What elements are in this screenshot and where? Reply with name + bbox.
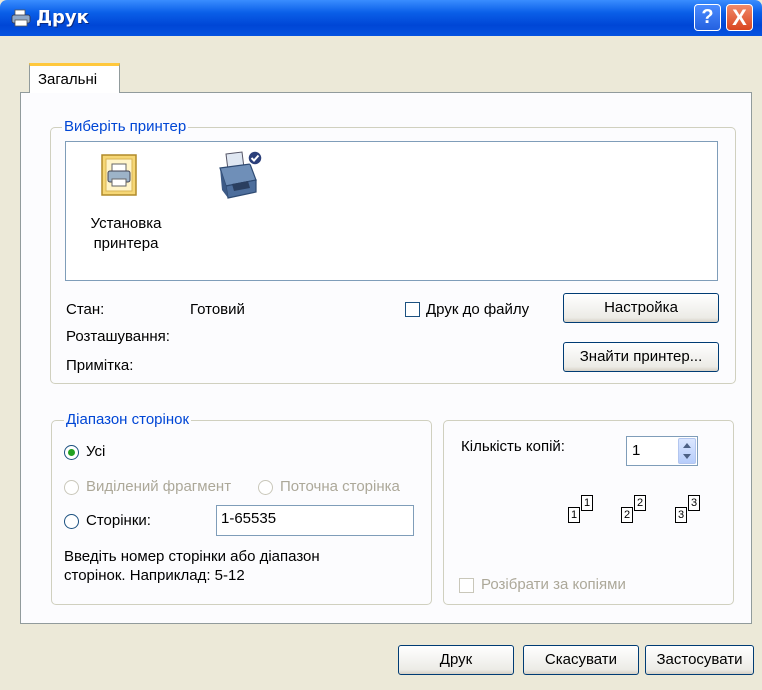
location-label: Розташування: xyxy=(66,328,170,345)
tab-general[interactable]: Загальні xyxy=(29,63,120,93)
cancel-button[interactable]: Скасувати xyxy=(523,645,639,675)
pages-range-input[interactable]: 1-65535 xyxy=(216,505,414,536)
add-printer-icon xyxy=(101,154,137,196)
page-range-help-1: Введіть номер сторінки або діапазон xyxy=(64,548,320,565)
setup-button[interactable]: Настройка xyxy=(563,293,719,323)
page-range-help-2: сторінок. Наприклад: 5-12 xyxy=(64,567,245,584)
status-label: Стан: xyxy=(66,301,105,318)
selection-label[interactable]: Виділений фрагмент xyxy=(86,478,231,495)
print-dialog: Друк ? X Загальні Виберіть принтер Устан… xyxy=(0,0,762,690)
copies-label: Кількість копій: xyxy=(461,438,565,455)
radio-selected-dot xyxy=(68,449,75,456)
collate-label[interactable]: Розібрати за копіями xyxy=(481,576,626,593)
page-range-legend: Діапазон сторінок xyxy=(64,411,192,428)
tab-label: Загальні xyxy=(38,71,98,88)
collate-checkbox[interactable] xyxy=(459,578,474,593)
add-printer-item[interactable]: Установка принтера xyxy=(68,150,184,260)
comment-label: Примітка: xyxy=(66,357,134,374)
status-value: Готовий xyxy=(190,301,245,318)
copies-spinner[interactable]: 1 xyxy=(626,436,698,466)
print-button[interactable]: Друк xyxy=(398,645,514,675)
copies-value: 1 xyxy=(632,442,641,459)
add-printer-label-1: Установка xyxy=(90,215,162,232)
default-printer-icon xyxy=(219,150,263,199)
help-button[interactable]: ? xyxy=(694,4,721,31)
current-page-radio[interactable] xyxy=(258,480,273,495)
spinner-arrows[interactable] xyxy=(678,438,696,464)
printer-icon xyxy=(11,9,31,27)
sheet-back-1: 1 xyxy=(581,495,593,511)
down-arrow-icon[interactable] xyxy=(683,454,691,459)
pages-label[interactable]: Сторінки: xyxy=(86,512,151,529)
selection-radio[interactable] xyxy=(64,480,79,495)
sheet-front-2: 2 xyxy=(621,507,633,523)
print-to-file-checkbox[interactable] xyxy=(405,302,420,317)
all-pages-radio[interactable] xyxy=(64,445,79,460)
sheet-back-2: 2 xyxy=(634,495,646,511)
title-bar[interactable]: Друк ? X xyxy=(0,0,762,36)
add-printer-label-2: принтера xyxy=(93,235,159,252)
select-printer-legend: Виберіть принтер xyxy=(62,118,189,135)
apply-button[interactable]: Застосувати xyxy=(645,645,754,675)
up-arrow-icon[interactable] xyxy=(683,443,691,448)
find-printer-button[interactable]: Знайти принтер... xyxy=(563,342,719,372)
sheet-front-3: 3 xyxy=(675,507,687,523)
current-page-label[interactable]: Поточна сторінка xyxy=(280,478,400,495)
all-pages-label[interactable]: Усі xyxy=(86,443,105,460)
close-button[interactable]: X xyxy=(726,4,753,31)
print-to-file-label[interactable]: Друк до файлу xyxy=(426,301,529,318)
printer-item[interactable] xyxy=(212,150,268,208)
pages-radio[interactable] xyxy=(64,514,79,529)
collate-illustration: 1 1 2 2 3 3 xyxy=(566,495,716,535)
sheet-front-1: 1 xyxy=(568,507,580,523)
sheet-back-3: 3 xyxy=(688,495,700,511)
window-title: Друк xyxy=(36,7,89,28)
